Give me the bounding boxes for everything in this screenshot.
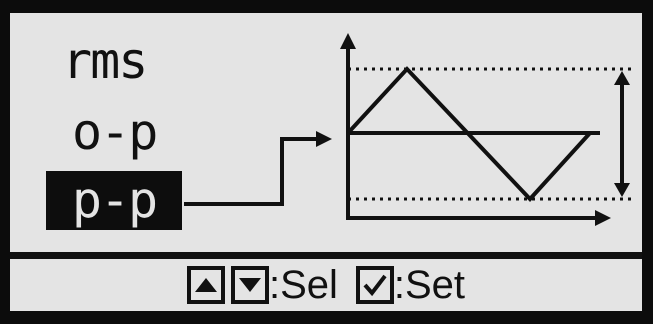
footer-divider — [10, 252, 642, 259]
y-axis-arrow-icon — [340, 33, 356, 49]
set-hint-label: :Set — [393, 262, 466, 307]
measure-arrow-down-icon — [614, 183, 630, 197]
connector-arrow — [184, 137, 318, 206]
key-hint-bar: :Sel :Set — [10, 259, 642, 311]
check-key-icon — [355, 266, 394, 304]
connector-arrow-head — [316, 131, 332, 147]
select-hint-label: :Sel — [268, 262, 338, 307]
up-key-icon — [186, 266, 225, 304]
down-key-icon — [230, 266, 269, 304]
lcd-screen: rms o-p p-p :Sel:Set — [10, 13, 642, 311]
x-axis-arrow-icon — [595, 210, 611, 226]
peak-to-peak-diagram — [184, 33, 635, 226]
measure-arrow-up-icon — [614, 71, 630, 85]
